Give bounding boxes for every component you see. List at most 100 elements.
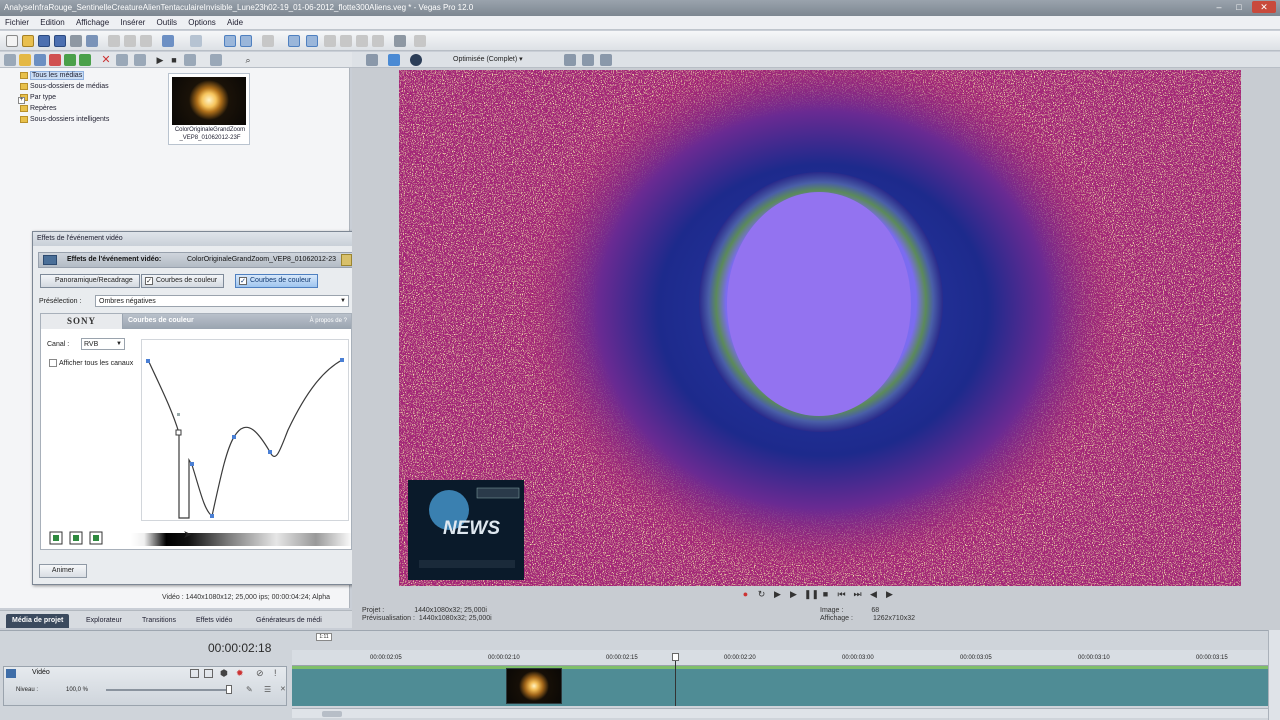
whats-this-icon[interactable] [414, 35, 426, 47]
auto-ripple-icon[interactable] [324, 35, 336, 47]
preview-quality-select[interactable]: Optimisée (Complet) ▾ [453, 55, 523, 63]
tree-item-subfolders[interactable]: Sous-dossiers de médias [20, 81, 160, 92]
save-icon[interactable] [38, 35, 50, 47]
checkbox-icon[interactable] [49, 359, 57, 367]
cut-icon[interactable] [108, 35, 120, 47]
tree-item-smart-bins[interactable]: Sous-dossiers intelligents [20, 114, 160, 125]
copy-icon[interactable] [124, 35, 136, 47]
overlays-icon[interactable] [564, 54, 576, 66]
properties-icon[interactable] [70, 35, 82, 47]
remove-media-icon[interactable]: ✕ [100, 54, 112, 66]
new-file-icon[interactable] [6, 35, 18, 47]
checkbox-icon[interactable]: ✓ [145, 277, 153, 285]
curve-point-selected[interactable] [175, 429, 182, 436]
fx-header-icon[interactable] [341, 254, 352, 266]
tab-video-fx[interactable]: Effets vidéo [190, 614, 238, 628]
video-track-lane[interactable] [292, 666, 1268, 706]
curve-point[interactable] [190, 462, 194, 466]
import-media-icon[interactable] [4, 54, 16, 66]
reset-point-icon[interactable] [89, 531, 103, 545]
curve-point[interactable] [232, 435, 236, 439]
tab-project-media[interactable]: Média de projet [6, 614, 70, 628]
solo-icon[interactable]: ! [274, 668, 277, 678]
curve-point[interactable] [340, 358, 344, 362]
curve-point[interactable] [146, 359, 150, 363]
tab-media-generators[interactable]: Générateurs de médi [250, 614, 328, 628]
curve-editor[interactable] [141, 339, 349, 521]
menu-inserer[interactable]: Insérer [120, 16, 145, 30]
envelope-tool-icon[interactable] [240, 35, 252, 47]
media-properties-icon[interactable] [116, 54, 128, 66]
tree-item-all-media[interactable]: Tous les médias [20, 70, 160, 81]
time-ruler[interactable]: 00:00:02:05 00:00:02:10 00:00:02:15 00:0… [292, 650, 1268, 666]
track-options-icon[interactable]: ✎ [246, 685, 253, 694]
external-monitor-icon[interactable] [388, 54, 400, 66]
track-motion-icon[interactable] [190, 669, 199, 678]
play-from-start-icon[interactable]: ▶ [772, 589, 783, 600]
undo-icon[interactable] [162, 35, 174, 47]
menu-outils[interactable]: Outils [157, 16, 177, 30]
expand-icon[interactable]: + [18, 97, 25, 104]
snap-icon[interactable] [288, 35, 300, 47]
paste-icon[interactable] [140, 35, 152, 47]
add-point-icon[interactable] [49, 531, 63, 545]
chain-courbes-1[interactable]: ✓ Courbes de couleur [141, 274, 225, 288]
previous-frame-icon[interactable]: ◀ [868, 589, 879, 600]
animate-button[interactable]: Animer [39, 564, 87, 578]
about-link[interactable]: À propos de ? [310, 318, 347, 324]
close-icon[interactable]: ✕ [280, 685, 286, 693]
redo-icon[interactable] [190, 35, 202, 47]
play-icon[interactable]: ▶ [154, 54, 166, 66]
selection-tool-icon[interactable] [262, 35, 274, 47]
views-icon[interactable] [210, 54, 222, 66]
timeline-marker[interactable]: 1:11 [316, 633, 332, 641]
playhead-cursor[interactable] [675, 656, 676, 706]
track-fx-icon[interactable] [204, 669, 213, 678]
loop-icon[interactable]: ↻ [756, 589, 767, 600]
media-fx-icon[interactable] [134, 54, 146, 66]
copy-snapshot-icon[interactable] [600, 54, 612, 66]
fx-preview-icon[interactable] [410, 54, 422, 66]
video-event-clip[interactable] [506, 668, 562, 704]
extract-audio-icon[interactable] [49, 54, 61, 66]
open-folder-icon[interactable] [22, 35, 34, 47]
menu-edition[interactable]: Edition [40, 16, 64, 30]
auto-crossfade-icon[interactable] [306, 35, 318, 47]
show-all-channels[interactable]: Afficher tous les canaux [49, 359, 133, 367]
get-photo-icon[interactable] [34, 54, 46, 66]
lock-envelopes-icon[interactable] [340, 35, 352, 47]
curve-point[interactable] [268, 450, 272, 454]
capture-icon[interactable] [19, 54, 31, 66]
track-menu-icon[interactable]: ☰ [264, 685, 271, 694]
ignore-grouping-icon[interactable] [356, 35, 368, 47]
curve-line[interactable] [148, 359, 343, 519]
chain-panoramique[interactable]: Panoramique/Recadrage [40, 274, 140, 288]
minimize-icon[interactable]: – [1210, 1, 1228, 13]
get-media-web-icon[interactable] [64, 54, 76, 66]
timeline-hscroll[interactable] [292, 708, 1268, 718]
remove-point-icon[interactable] [69, 531, 83, 545]
search-icon[interactable]: ⌕ [242, 54, 254, 66]
mute-icon[interactable]: ⊘ [256, 668, 264, 679]
normal-edit-tool-icon[interactable] [224, 35, 236, 47]
markers-icon[interactable] [372, 35, 384, 47]
scroll-thumb[interactable] [322, 711, 342, 717]
canal-select[interactable]: RVB ▼ [81, 338, 125, 350]
help-icon[interactable] [394, 35, 406, 47]
menu-options[interactable]: Options [188, 16, 216, 30]
snapshot-icon[interactable] [582, 54, 594, 66]
preview-properties-icon[interactable] [366, 54, 378, 66]
save-as-icon[interactable] [54, 35, 66, 47]
render-icon[interactable] [86, 35, 98, 47]
play-icon[interactable]: ▶ [788, 589, 799, 600]
timeline-vscroll[interactable] [1268, 630, 1280, 720]
stop-icon[interactable]: ■ [168, 54, 180, 66]
curve-handle[interactable] [177, 413, 180, 416]
media-thumbnail[interactable]: ColorOriginaleGrandZoom _VEP8_01062012-2… [168, 73, 250, 145]
track-level-slider[interactable] [106, 689, 232, 691]
curve-point[interactable] [210, 514, 214, 518]
close-icon[interactable]: ✕ [1252, 1, 1276, 13]
maximize-icon[interactable]: □ [1230, 1, 1248, 13]
auto-preview-icon[interactable] [184, 54, 196, 66]
menu-fichier[interactable]: Fichier [5, 16, 29, 30]
